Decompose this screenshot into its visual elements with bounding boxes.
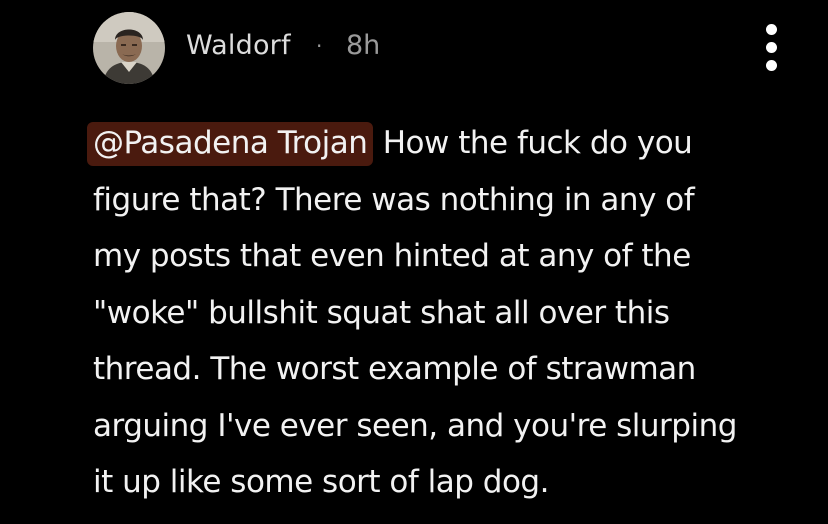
user-avatar[interactable] <box>93 12 165 84</box>
comment-line: figure that? There was nothing in any of <box>93 181 695 218</box>
comment-body: @Pasadena Trojan How the fuck do you fig… <box>87 115 793 511</box>
comment-line: it up like some sort of lap dog. <box>93 464 549 500</box>
more-vertical-icon-dot <box>766 42 777 53</box>
comment-line: @Pasadena Trojan How the fuck do you <box>87 115 793 172</box>
author-name[interactable]: Waldorf <box>186 28 291 64</box>
comment-line-text: How the fuck do you <box>382 125 693 161</box>
comment-line: my posts that even hinted at any of the <box>93 238 691 274</box>
avatar-photo-icon <box>93 12 165 84</box>
comment-card: Waldorf · 8h @Pasadena Trojan How the fu… <box>0 0 828 524</box>
comment-line: arguing I've ever seen, and you're slurp… <box>93 407 737 444</box>
comment-line: thread. The worst example of strawman <box>93 351 696 387</box>
more-vertical-icon-dot <box>766 60 777 71</box>
post-timestamp: 8h <box>346 30 381 61</box>
meta-separator: · <box>316 34 323 58</box>
comment-line: "woke" bullshit squat shat all over this <box>93 294 670 331</box>
more-vertical-icon <box>766 24 777 35</box>
more-options-button[interactable] <box>752 20 792 76</box>
user-mention[interactable]: @Pasadena Trojan <box>87 122 374 166</box>
